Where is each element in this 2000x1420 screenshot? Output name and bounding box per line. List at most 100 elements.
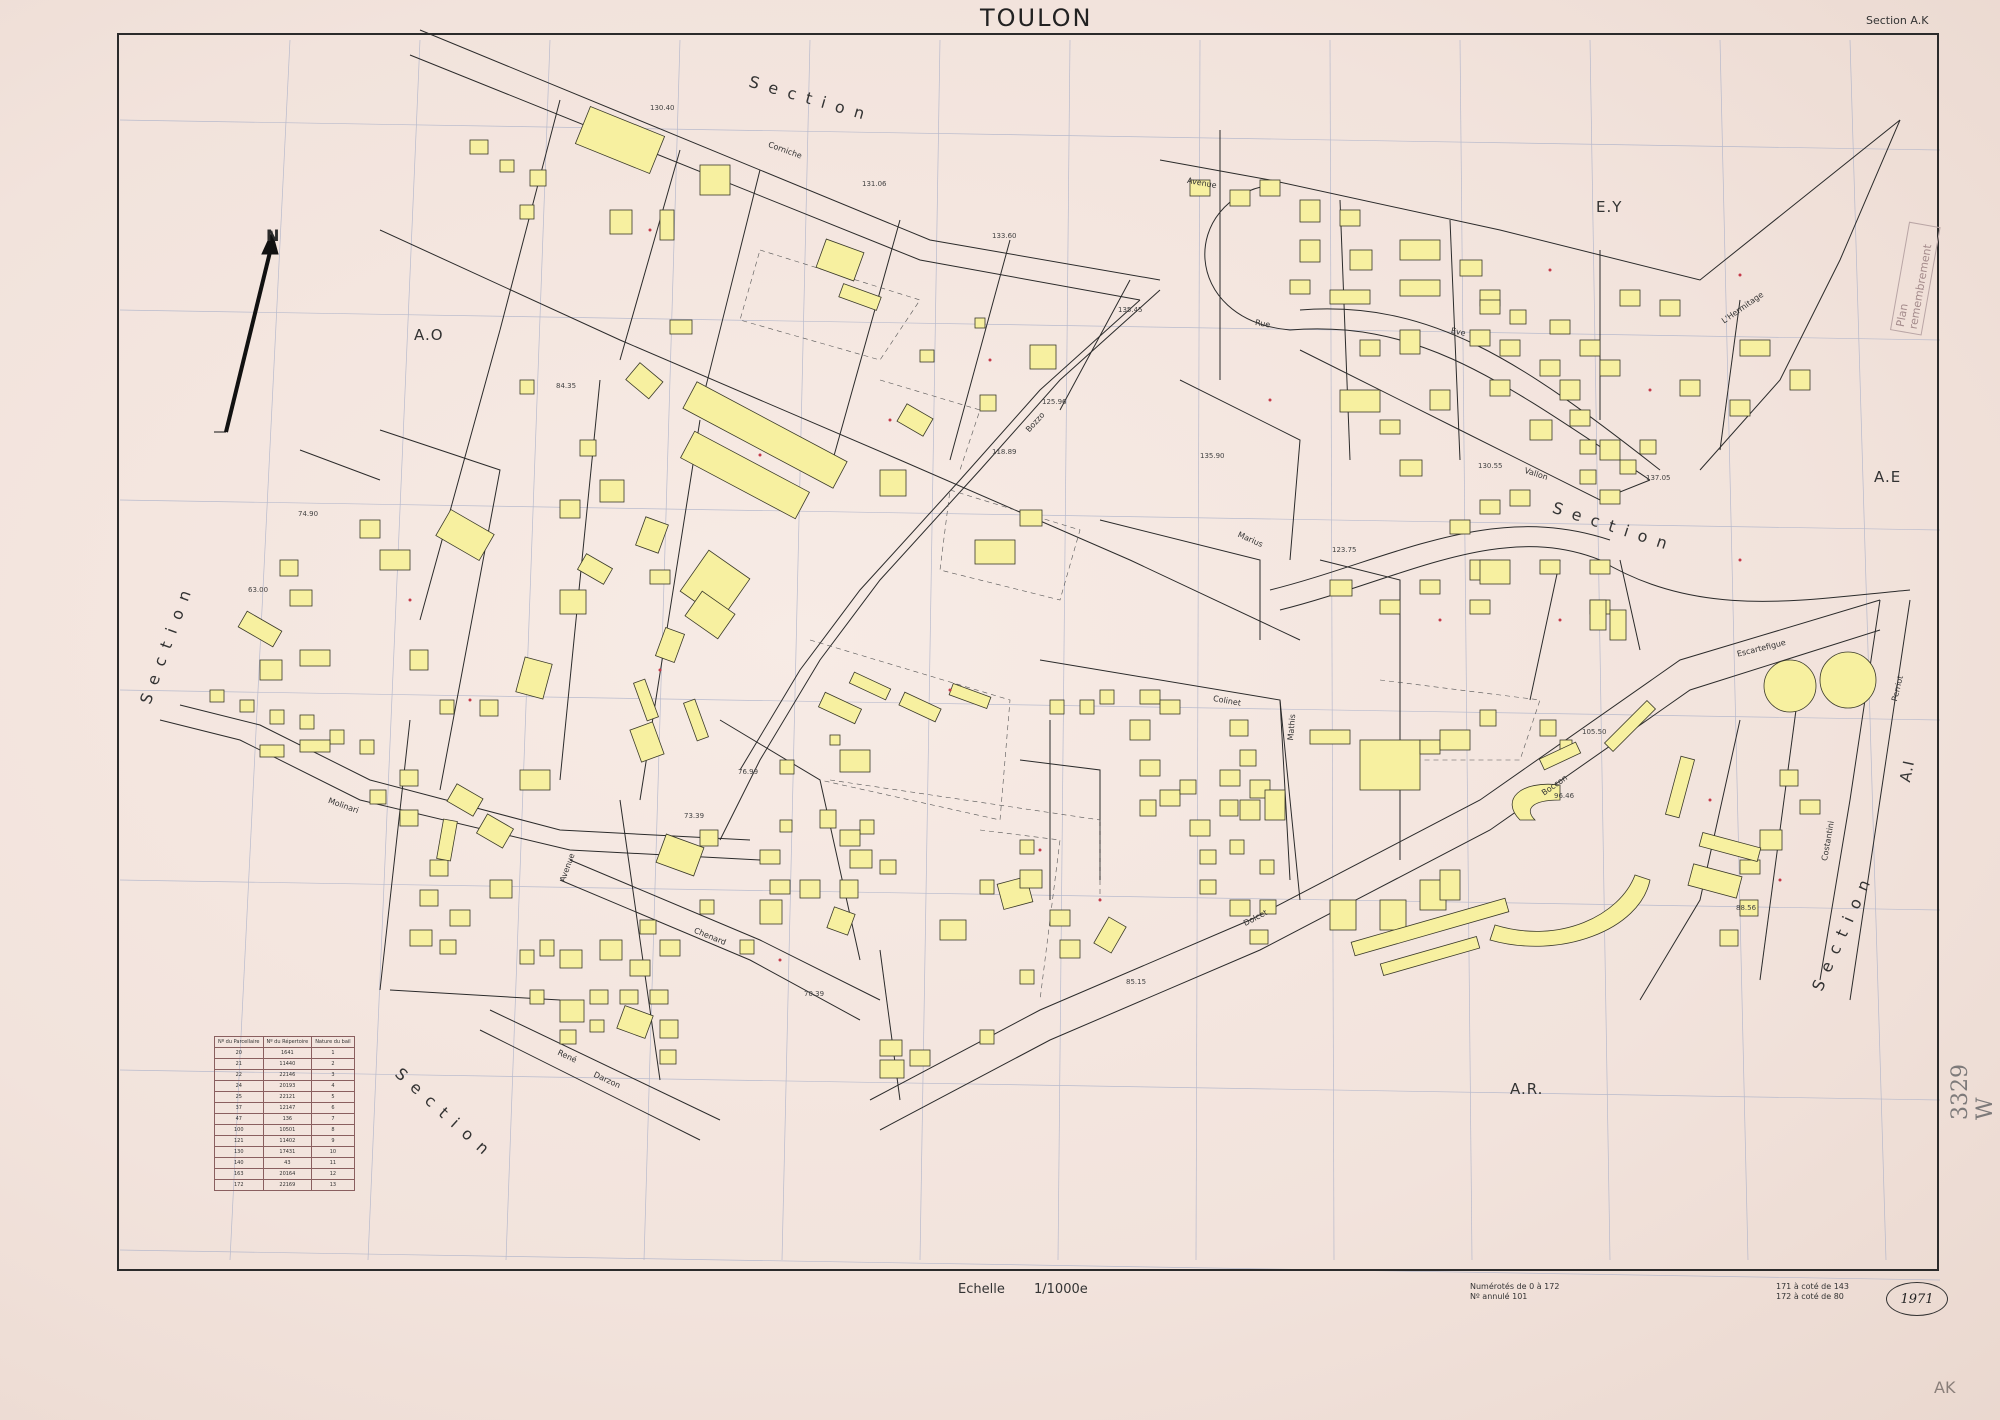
building xyxy=(574,105,666,175)
building xyxy=(1789,369,1811,391)
building xyxy=(779,819,793,833)
building xyxy=(699,164,731,196)
building xyxy=(1019,839,1035,855)
building xyxy=(1664,755,1696,819)
table-cell: 100 xyxy=(214,1124,264,1136)
building xyxy=(649,989,669,1005)
building xyxy=(239,699,255,713)
table-cell: 5 xyxy=(311,1091,355,1103)
building xyxy=(1459,259,1483,277)
building xyxy=(1499,339,1521,357)
elevation-label: 70.39 xyxy=(804,990,825,998)
building xyxy=(1219,799,1239,817)
building xyxy=(1539,559,1561,575)
building xyxy=(519,204,535,220)
building xyxy=(1399,329,1421,355)
table-cell: 24 xyxy=(214,1080,264,1092)
table-cell: 8 xyxy=(311,1124,355,1136)
building xyxy=(1419,739,1441,755)
table-row: 140 43 11 xyxy=(214,1157,355,1169)
building xyxy=(419,889,439,907)
building xyxy=(839,829,861,847)
curved-building xyxy=(1489,874,1651,947)
building xyxy=(369,789,387,805)
section-code-ao: A.O xyxy=(414,326,444,344)
building xyxy=(1259,859,1275,875)
building xyxy=(739,939,755,955)
building xyxy=(559,999,585,1023)
elevation-label: 123.75 xyxy=(1332,546,1357,554)
building xyxy=(1379,419,1401,435)
elevation-label: 135.45 xyxy=(1118,306,1143,314)
table-cell: 1641 xyxy=(262,1047,313,1059)
building xyxy=(1229,839,1245,855)
building xyxy=(974,539,1016,565)
building xyxy=(1399,239,1441,261)
building xyxy=(779,759,795,775)
building xyxy=(1059,939,1081,959)
table-row: 37 12147 6 xyxy=(214,1102,355,1114)
building xyxy=(599,939,623,961)
elevation-label: 125.96 xyxy=(1042,398,1067,406)
building xyxy=(589,1019,605,1033)
building xyxy=(879,1059,905,1079)
building xyxy=(849,849,873,869)
elevation-label: 63.00 xyxy=(248,586,269,594)
building xyxy=(879,859,897,875)
building xyxy=(848,671,892,701)
building xyxy=(529,989,545,1005)
table-row: 21 11440 2 xyxy=(214,1058,355,1070)
table-row: 130 17431 10 xyxy=(214,1146,355,1158)
table-row: 24 20193 4 xyxy=(214,1080,355,1092)
building xyxy=(1579,339,1601,357)
elevation-label: 76.99 xyxy=(738,768,759,776)
table-cell: 172 xyxy=(214,1179,264,1191)
building xyxy=(1589,599,1607,631)
table-row: 25 22121 5 xyxy=(214,1091,355,1103)
building xyxy=(1599,439,1621,461)
archive-number: 3329 W 798 xyxy=(1948,1064,2000,1120)
building xyxy=(489,879,513,899)
building xyxy=(1359,339,1381,357)
building xyxy=(359,519,381,539)
special-structures xyxy=(1399,329,1877,947)
building xyxy=(898,691,942,723)
building xyxy=(979,394,997,412)
section-code-ey: E.Y xyxy=(1596,198,1623,216)
section-code-ar: A.R. xyxy=(1510,1080,1544,1098)
building xyxy=(815,238,865,282)
building xyxy=(948,683,992,709)
building xyxy=(1139,759,1161,777)
building xyxy=(649,569,671,585)
elevation-label: 85.15 xyxy=(1126,978,1147,986)
table-cell: 9 xyxy=(311,1135,355,1147)
table-row: 163 20164 12 xyxy=(214,1168,355,1180)
building xyxy=(1539,359,1561,377)
building xyxy=(1469,329,1491,347)
elevation-label: 96.46 xyxy=(1554,792,1575,800)
building xyxy=(1739,859,1761,875)
parcel-boundaries xyxy=(159,29,1911,1141)
building xyxy=(1609,609,1627,641)
building xyxy=(1469,599,1491,615)
building xyxy=(435,508,495,562)
building xyxy=(299,649,331,667)
building xyxy=(625,362,664,400)
building xyxy=(1399,459,1423,477)
section-code-ae: A.E xyxy=(1874,468,1902,486)
building xyxy=(519,949,535,965)
building xyxy=(609,209,633,235)
building xyxy=(409,929,433,947)
building xyxy=(1759,829,1783,851)
building xyxy=(209,689,225,703)
building xyxy=(819,809,837,829)
building xyxy=(1359,739,1421,791)
building xyxy=(1139,799,1157,817)
table-cell: 22146 xyxy=(262,1069,313,1081)
building xyxy=(436,818,458,862)
building xyxy=(1339,209,1361,227)
table-cell: 22169 xyxy=(262,1179,313,1191)
building xyxy=(619,989,639,1005)
building xyxy=(659,1019,679,1039)
table-cell: 20 xyxy=(214,1047,264,1059)
